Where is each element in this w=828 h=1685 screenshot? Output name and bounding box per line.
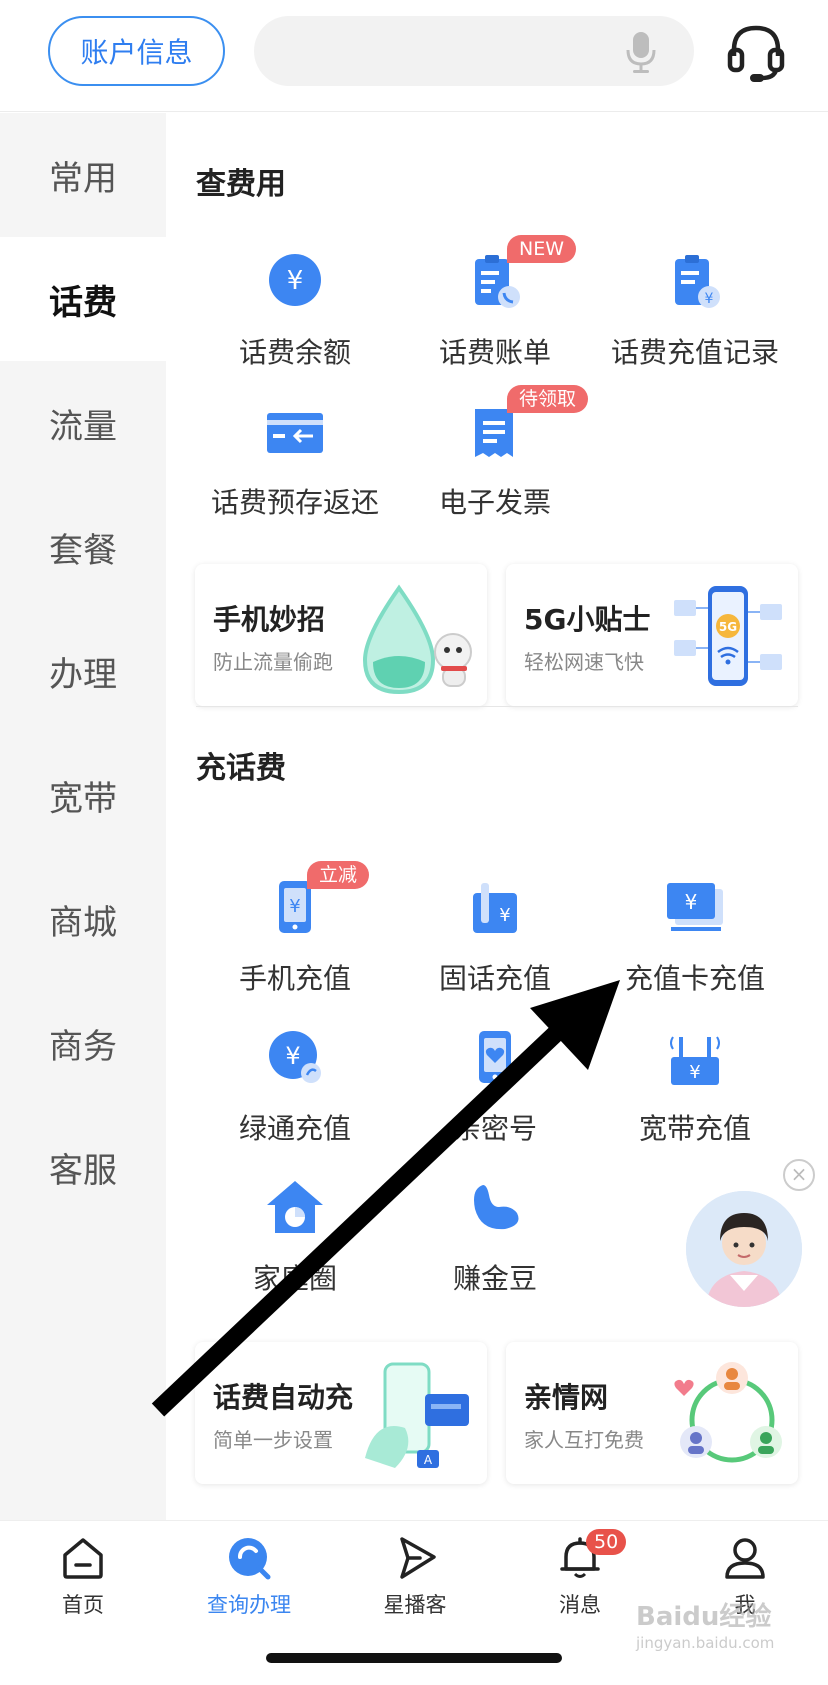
tab-star-podcast[interactable]: 星播客	[355, 1535, 475, 1625]
home-circle-icon	[267, 1181, 323, 1233]
sidebar-item-broadband[interactable]: 宽带	[0, 733, 166, 857]
auto-recharge-image: A	[365, 1362, 469, 1468]
heart-phone-icon	[479, 1031, 511, 1083]
svg-text:¥: ¥	[685, 890, 698, 914]
grid-item-bill[interactable]: NEW 话费账单	[395, 235, 595, 383]
svg-text:A: A	[424, 1453, 433, 1467]
sidebar-item-mall[interactable]: 商城	[0, 857, 166, 981]
svg-text:¥: ¥	[289, 896, 300, 917]
grid-label: 电子发票	[438, 486, 551, 519]
assistant-avatar-image	[686, 1191, 802, 1307]
section-title-recharge: 充话费	[196, 751, 286, 786]
grid-item-earn-beans[interactable]: 赚金豆	[395, 1179, 595, 1309]
router-recharge-icon: ¥	[670, 1036, 720, 1085]
promo-card-auto-recharge[interactable]: 话费自动充 简单一步设置 A	[195, 1342, 487, 1484]
close-icon[interactable]: ×	[783, 1159, 815, 1191]
message-count-badge: 50	[586, 1529, 627, 1555]
promo-card-5g-tips[interactable]: 5G小贴士 轻松网速飞快 5G	[506, 564, 798, 706]
main-content: 查费用 ¥ 话费余额 NEW 话费账单 ¥ 话费充值记录 话费预存返还 待领取 …	[166, 113, 828, 1520]
sidebar-item-handle[interactable]: 办理	[0, 609, 166, 733]
tab-label: 首页	[62, 1593, 104, 1617]
landline-recharge-icon: ¥	[473, 883, 517, 933]
grid-item-landline-recharge[interactable]: ¥ 固话充值	[395, 879, 595, 1009]
tab-home[interactable]: 首页	[23, 1535, 143, 1625]
assistant-avatar[interactable]	[686, 1191, 802, 1307]
5g-phone-image: 5G	[674, 586, 782, 686]
search-handle-icon	[229, 1538, 271, 1580]
family-network-image	[674, 1362, 782, 1463]
new-badge: NEW	[507, 235, 577, 263]
tab-label: 查询办理	[207, 1593, 291, 1617]
home-indicator	[266, 1653, 562, 1663]
tab-query-handle[interactable]: 查询办理	[189, 1535, 309, 1625]
grid-item-prestore-return[interactable]: 话费预存返还	[195, 403, 395, 533]
grid-item-intimate-number[interactable]: 亲密号	[395, 1029, 595, 1159]
grid-item-green-recharge[interactable]: ¥ 绿通充值	[195, 1029, 395, 1159]
sidebar-item-service[interactable]: 客服	[0, 1105, 166, 1229]
card-title: 5G小贴士	[524, 603, 651, 636]
svg-text:¥: ¥	[285, 1042, 300, 1070]
watermark-url: jingyan.baidu.com	[636, 1634, 775, 1652]
discount-badge: 立减	[307, 861, 370, 889]
yuan-coin-icon: ¥	[269, 254, 321, 306]
card-subtitle: 轻松网速飞快	[524, 650, 644, 674]
card-return-icon	[267, 413, 323, 453]
card-title: 亲情网	[524, 1381, 609, 1414]
top-header: 账户信息	[0, 0, 828, 112]
grid-item-phone-recharge[interactable]: ¥ 立减 手机充值	[195, 861, 395, 1009]
card-subtitle: 家人互打免费	[524, 1428, 644, 1452]
svg-text:¥: ¥	[499, 905, 510, 926]
section-title-query: 查费用	[196, 167, 286, 202]
account-info-button[interactable]: 账户信息	[48, 16, 225, 86]
home-icon	[63, 1538, 103, 1579]
pending-badge: 待领取	[507, 385, 589, 413]
grid-item-balance[interactable]: ¥ 话费余额	[195, 253, 395, 383]
category-sidebar: 常用 话费 流量 套餐 办理 宽带 商城 商务 客服	[0, 113, 166, 1520]
sidebar-item-fees[interactable]: 话费	[0, 237, 166, 361]
sidebar-item-business[interactable]: 商务	[0, 981, 166, 1105]
grid-item-recharge-record[interactable]: ¥ 话费充值记录	[595, 253, 795, 383]
user-icon	[725, 1538, 765, 1579]
green-recharge-icon: ¥	[269, 1031, 321, 1083]
svg-text:¥: ¥	[705, 291, 714, 307]
headset-icon[interactable]	[724, 20, 788, 84]
recharge-card-icon: ¥	[667, 883, 723, 931]
sidebar-item-common[interactable]: 常用	[0, 113, 166, 237]
grid-label: 充值卡充值	[624, 962, 765, 995]
grid-label: 赚金豆	[452, 1262, 537, 1295]
tab-messages[interactable]: 50 消息	[520, 1529, 640, 1625]
grid-item-e-invoice[interactable]: 待领取 电子发票	[395, 385, 595, 533]
promo-card-phone-tips[interactable]: 手机妙招 防止流量偷跑	[195, 564, 487, 706]
grid-item-family-circle[interactable]: 家庭圈	[195, 1179, 395, 1309]
card-subtitle: 防止流量偷跑	[213, 650, 333, 674]
search-input[interactable]	[254, 16, 694, 86]
tab-label: 星播客	[383, 1593, 447, 1617]
card-subtitle: 简单一步设置	[213, 1428, 333, 1452]
card-title: 话费自动充	[213, 1381, 354, 1414]
microphone-icon[interactable]	[624, 30, 658, 74]
grid-item-broadband-recharge[interactable]: ¥ 宽带充值	[595, 1029, 795, 1159]
tab-label: 消息	[559, 1593, 601, 1617]
section-divider	[196, 706, 798, 707]
play-icon	[400, 1537, 436, 1579]
recharge-record-icon: ¥	[675, 255, 720, 308]
grid-item-recharge-card[interactable]: ¥ 充值卡充值	[595, 879, 795, 1009]
svg-text:5G: 5G	[719, 620, 737, 634]
promo-card-family-network[interactable]: 亲情网 家人互打免费	[506, 1342, 798, 1484]
grid-label: 宽带充值	[638, 1112, 751, 1145]
svg-text:¥: ¥	[287, 266, 304, 296]
sidebar-item-data[interactable]: 流量	[0, 361, 166, 485]
grid-label: 话费充值记录	[610, 336, 779, 369]
water-drop-mascot-image	[362, 584, 472, 695]
bean-icon	[474, 1185, 519, 1230]
watermark-logo: Baidu经验	[636, 1602, 772, 1632]
svg-text:¥: ¥	[689, 1062, 700, 1083]
sidebar-item-plans[interactable]: 套餐	[0, 485, 166, 609]
card-title: 手机妙招	[213, 603, 326, 636]
